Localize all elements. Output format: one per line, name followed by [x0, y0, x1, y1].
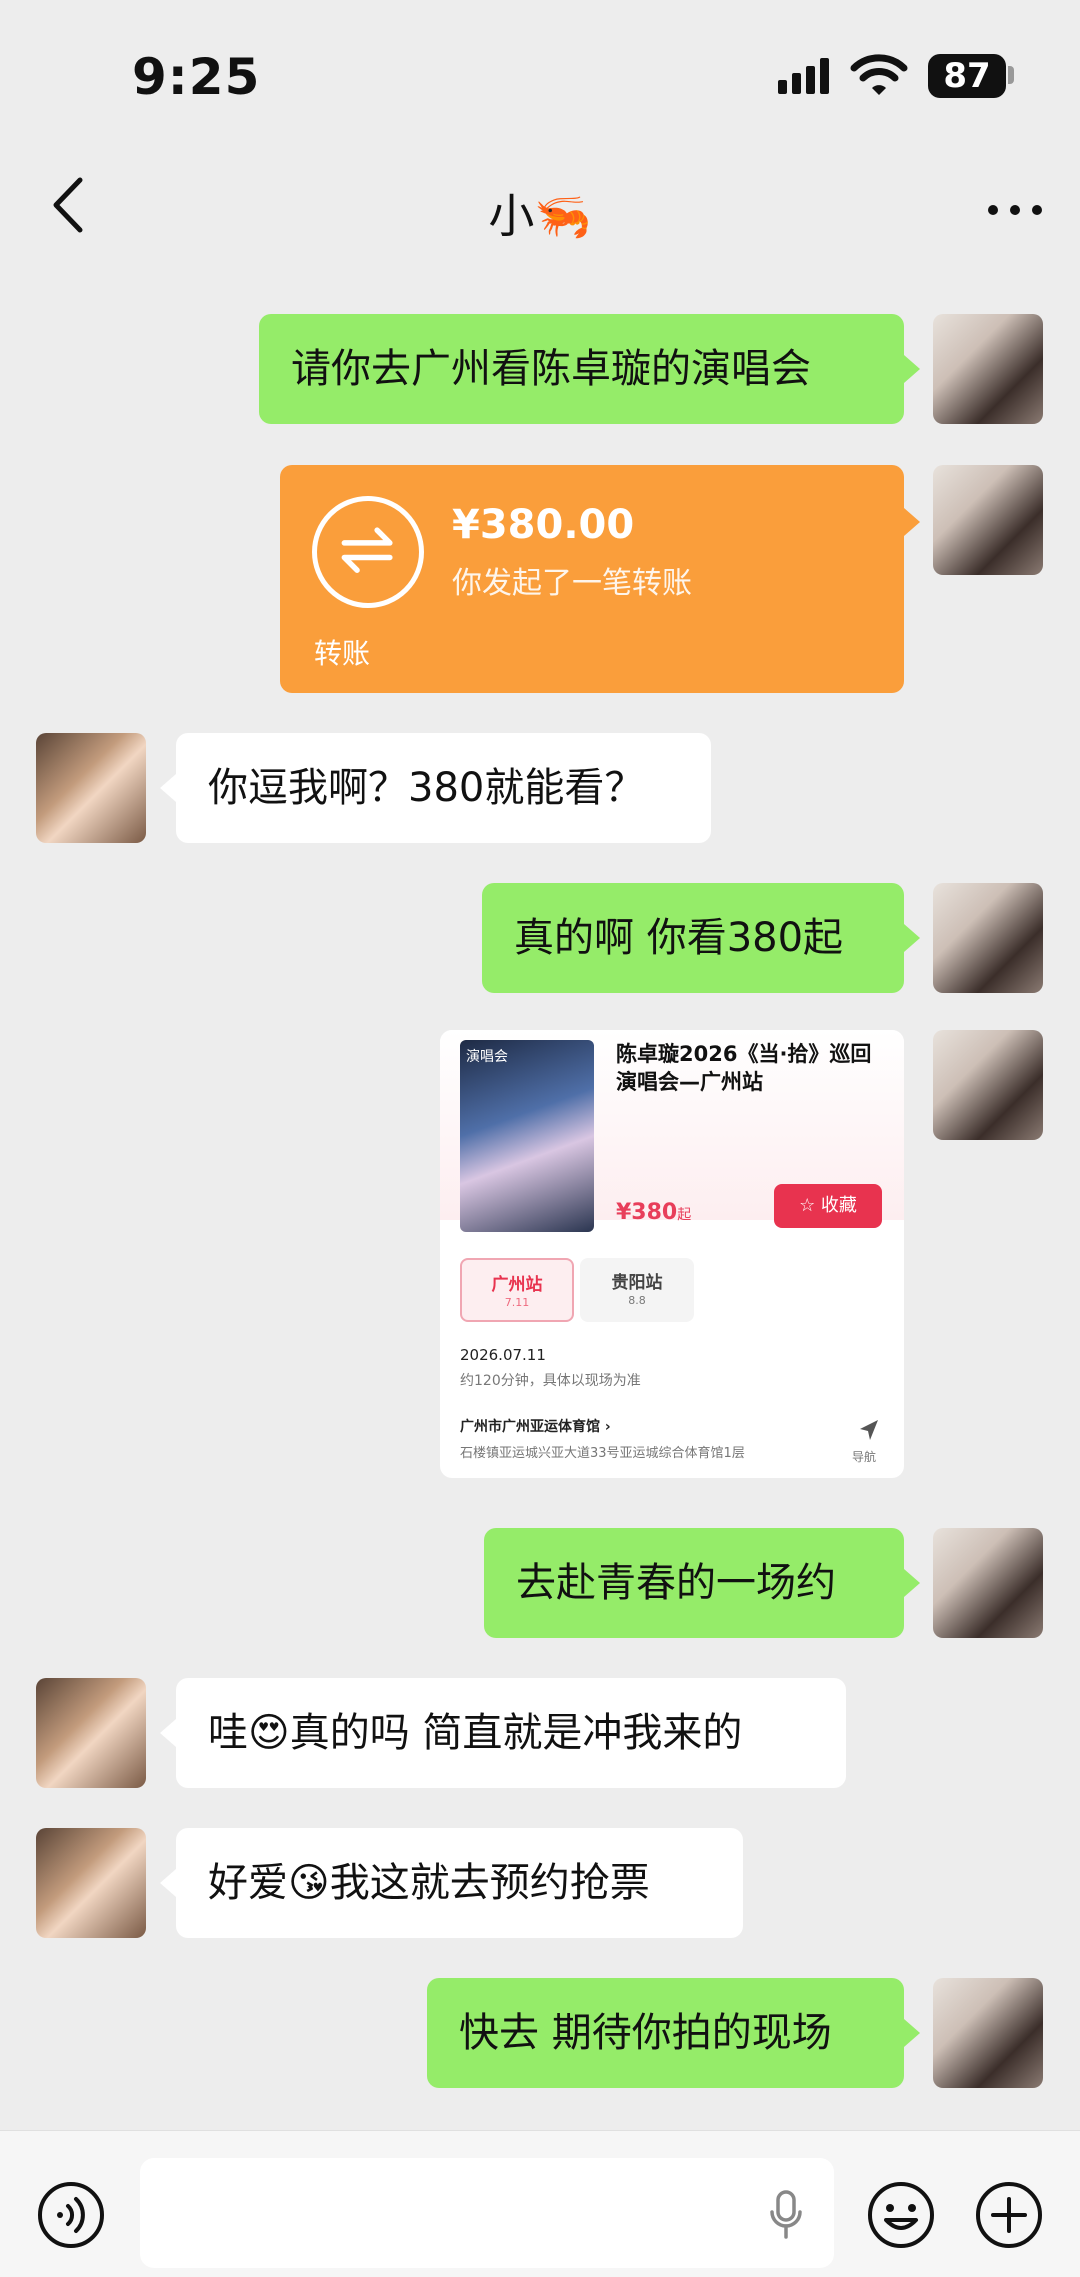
concert-duration: 约120分钟，具体以现场为准 — [460, 1373, 641, 1389]
message-bubble-other[interactable]: 好爱😘我这就去预约抢票 — [176, 1828, 743, 1938]
avatar-other[interactable] — [36, 1678, 146, 1788]
poster-label: 演唱会 — [466, 1049, 508, 1065]
bubble-tail — [160, 1869, 176, 1897]
transfer-amount: ¥380.00 — [452, 502, 635, 548]
status-time: 9:25 — [132, 48, 261, 106]
avatar-self[interactable] — [933, 883, 1043, 993]
avatar-other[interactable] — [36, 1828, 146, 1938]
avatar-self[interactable] — [933, 1030, 1043, 1140]
venue-address: 石楼镇亚运城兴亚大道33号亚运城综合体育馆1层 — [460, 1446, 745, 1461]
concert-poster-image: 演唱会 — [460, 1040, 594, 1232]
ticket-price-value: ¥380 — [616, 1200, 678, 1225]
message-bubble-other[interactable]: 哇😍真的吗 简直就是冲我来的 — [176, 1678, 846, 1788]
avatar-self[interactable] — [933, 465, 1043, 575]
plus-icon[interactable] — [974, 2180, 1044, 2250]
session-option-guangzhou[interactable]: 广州站 7.11 — [460, 1258, 574, 1322]
emoji-icon[interactable] — [866, 2180, 936, 2250]
message-bubble-self[interactable]: 请你去广州看陈卓璇的演唱会 — [259, 314, 904, 424]
ticket-price: ¥380起 — [616, 1200, 691, 1225]
bubble-tail — [160, 774, 176, 802]
session-date: 7.11 — [504, 1296, 530, 1309]
session-name: 广州站 — [491, 1275, 543, 1295]
concert-title: 陈卓璇2026《当·拾》巡回演唱会—广州站 — [616, 1042, 872, 1094]
bubble-tail — [904, 924, 920, 952]
bubble-tail — [904, 355, 920, 383]
navigation-arrow-icon[interactable] — [854, 1416, 884, 1444]
message-bubble-self[interactable]: 快去 期待你拍的现场 — [427, 1978, 904, 2088]
voice-icon[interactable] — [36, 2180, 106, 2250]
bubble-tail — [904, 508, 920, 536]
chat-title[interactable]: 小🦐 — [0, 180, 1080, 246]
message-input[interactable] — [140, 2158, 834, 2268]
session-name: 贵阳站 — [611, 1273, 663, 1293]
transfer-description: 你发起了一笔转账 — [452, 566, 692, 601]
battery-indicator: 87 — [928, 54, 1006, 98]
ticket-price-suffix: 起 — [677, 1207, 692, 1223]
more-dots-icon[interactable] — [980, 180, 1050, 240]
bubble-tail — [904, 2019, 920, 2047]
favorite-button[interactable]: ☆ 收藏 — [774, 1184, 882, 1228]
session-date: 8.8 — [628, 1294, 646, 1307]
message-bubble-other[interactable]: 你逗我啊？380就能看？ — [176, 733, 711, 843]
transfer-icon — [312, 496, 424, 608]
venue-link[interactable]: 广州市广州亚运体育馆 › — [460, 1416, 611, 1436]
mic-icon[interactable] — [768, 2190, 804, 2240]
message-bubble-self[interactable]: 去赴青春的一场约 — [484, 1528, 904, 1638]
battery-tip — [1008, 66, 1014, 84]
avatar-other[interactable] — [36, 733, 146, 843]
ticket-card[interactable]: 演唱会 陈卓璇2026《当·拾》巡回演唱会—广州站 ¥380起 ☆ 收藏 广州站… — [440, 1030, 904, 1478]
session-option-guiyang[interactable]: 贵阳站 8.8 — [580, 1258, 694, 1322]
avatar-self[interactable] — [933, 314, 1043, 424]
wifi-icon — [850, 54, 908, 95]
bubble-tail — [904, 1569, 920, 1597]
avatar-self[interactable] — [933, 1978, 1043, 2088]
message-bubble-self[interactable]: 真的啊 你看380起 — [482, 883, 904, 993]
bubble-tail — [160, 1719, 176, 1747]
concert-date: 2026.07.11 — [460, 1346, 546, 1364]
transfer-label: 转账 — [314, 637, 371, 670]
avatar-self[interactable] — [933, 1528, 1043, 1638]
signal-icon — [778, 58, 829, 94]
navigation-label[interactable]: 导航 — [852, 1448, 876, 1465]
